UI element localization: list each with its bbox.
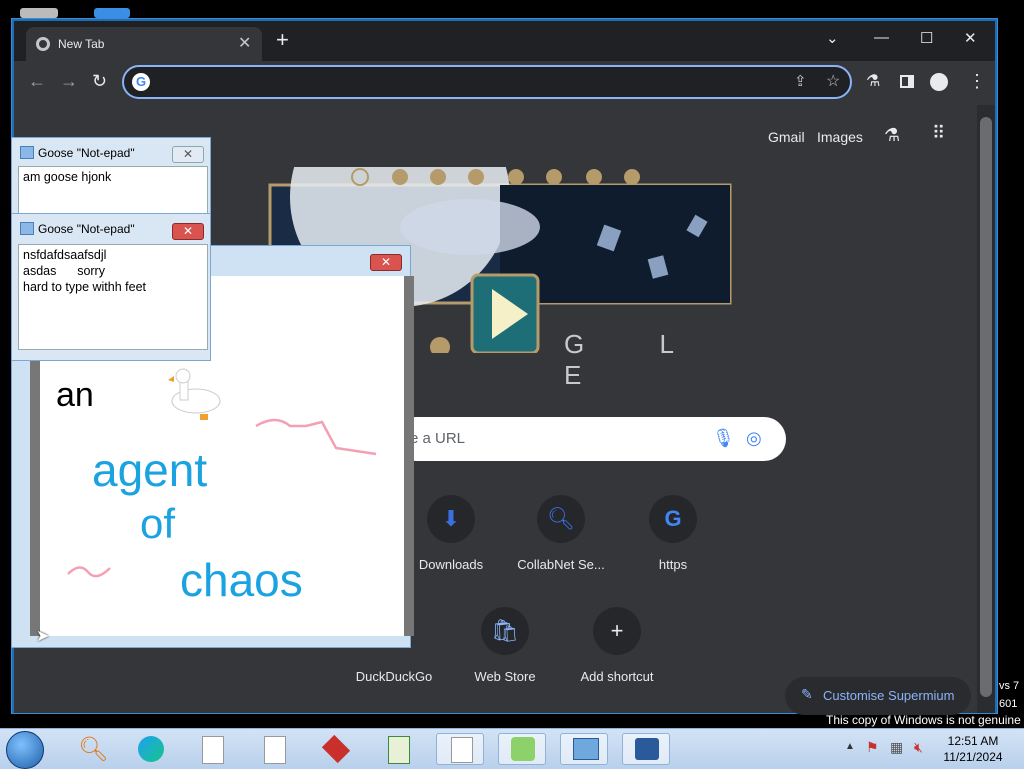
notepad-window-back[interactable]: Goose "Not-epad" ✕ am goose hjonk (11, 137, 211, 217)
goose-sprite (168, 368, 221, 420)
reload-icon[interactable]: ↻ (92, 71, 107, 92)
shortcut-label: https (658, 557, 688, 572)
doodle-letters: G L E (564, 329, 707, 390)
desktop-icon-top-2[interactable] (94, 8, 130, 18)
desktop-icon-top[interactable] (20, 8, 58, 18)
share-icon[interactable]: ⇪ (794, 72, 807, 90)
shortcut-add[interactable]: + Add shortcut (557, 607, 677, 684)
file-icon[interactable] (188, 733, 236, 765)
customise-label: Customise Supermium (823, 688, 955, 703)
chrome-icon (36, 37, 50, 51)
shortcut-label: Add shortcut (580, 669, 654, 684)
notepad-window-front[interactable]: Goose "Not-epad" ✕ nsfdafdsaafsdjl asdas… (11, 213, 211, 361)
notepad-icon (20, 222, 34, 235)
notepad-title: Goose "Not-epad" (38, 146, 135, 160)
clock-time: 12:51 AM (947, 734, 999, 748)
search-icon: 🔍︎ (537, 495, 585, 543)
close-icon[interactable]: ✕ (172, 223, 204, 240)
paint-taskbar-icon[interactable] (622, 733, 670, 765)
app-icon-red[interactable] (312, 733, 360, 765)
search-placeholder: e a URL (410, 430, 466, 447)
desktop-side-text-2: 601 (999, 698, 1018, 710)
web-store-icon: 🛍︎ (481, 607, 529, 655)
drawn-word-of: of (140, 500, 175, 547)
google-icon: G (649, 495, 697, 543)
desktop-side-text-1: vs 7 (999, 680, 1020, 692)
shortcut-label: CollabNet Se... (517, 557, 605, 572)
notepad-title: Goose "Not-epad" (38, 222, 135, 236)
side-panel-icon[interactable] (900, 75, 914, 88)
notepad-text-area[interactable]: am goose hjonk (18, 166, 208, 214)
labs-page-icon[interactable]: ⚗ (884, 125, 900, 146)
download-icon: ⬇ (427, 495, 475, 543)
new-tab-button[interactable]: + (276, 27, 289, 53)
mouse-cursor-icon: ➤ (36, 628, 50, 645)
forward-icon[interactable]: → (60, 71, 78, 92)
taskbar: 🔍︎ ▲ ⚑ ▦ 🔇︎ 12:51 AM 11/21/2024 (0, 728, 1024, 769)
clock-date: 11/21/2024 (943, 750, 1003, 764)
close-window-button[interactable]: ✕ (964, 29, 977, 47)
images-link[interactable]: Images (817, 129, 863, 145)
apps-grid-icon[interactable]: ⠿ (932, 123, 946, 144)
start-button[interactable] (6, 731, 44, 769)
tab-title: New Tab (58, 37, 105, 51)
search-box[interactable]: e a URL 🎙 ◎ (394, 417, 786, 461)
shortcut-https[interactable]: G https (613, 495, 733, 572)
notepad-icon (20, 146, 34, 159)
close-icon[interactable]: ✕ (370, 254, 402, 271)
clock[interactable]: 12:51 AM 11/21/2024 (930, 733, 1016, 765)
tab-search-icon[interactable]: ⌄ (826, 29, 839, 47)
control-panel-icon[interactable] (560, 733, 608, 765)
shortcut-label: Web Store (474, 669, 536, 684)
mic-icon[interactable]: 🎙 (712, 428, 735, 449)
customise-button[interactable]: ✎ Customise Supermium (785, 677, 971, 715)
labs-icon[interactable]: ⚗ (866, 71, 880, 91)
pencil-icon: ✎ (801, 686, 813, 702)
drawn-word-an: an (56, 376, 94, 414)
edge-icon[interactable] (126, 733, 174, 765)
volume-icon[interactable]: 🔇︎ (914, 739, 923, 756)
shortcut-web-store[interactable]: 🛍︎ Web Store (445, 607, 565, 684)
omnibox[interactable]: G ⇪ ☆ (122, 65, 852, 99)
shortcut-collabnet[interactable]: 🔍︎ CollabNet Se... (501, 495, 621, 572)
back-icon[interactable]: ← (28, 71, 46, 92)
gmail-link[interactable]: Gmail (768, 129, 805, 145)
tray-expand-icon[interactable]: ▲ (845, 741, 855, 752)
scrollbar[interactable] (977, 105, 995, 713)
star-icon[interactable]: ☆ (826, 71, 840, 91)
shortcut-label: DuckDuckGo (355, 669, 433, 684)
profile-icon[interactable] (930, 73, 948, 91)
taskbar-search-icon[interactable]: 🔍︎ (66, 733, 114, 765)
maximize-button[interactable]: ☐ (920, 29, 933, 47)
menu-icon[interactable]: ⋮ (968, 71, 986, 92)
drawn-word-chaos: chaos (180, 554, 303, 606)
lens-icon[interactable]: ◎ (746, 428, 762, 449)
drawn-word-agent: agent (92, 444, 207, 496)
google-icon: G (132, 73, 150, 91)
tab-new-tab[interactable]: New Tab ✕ (26, 27, 262, 63)
notepad-text-area[interactable]: nsfdafdsaafsdjl asdas sorry hard to type… (18, 244, 208, 350)
plus-icon: + (593, 607, 641, 655)
minimize-button[interactable]: — (874, 29, 889, 46)
browser-toolbar: ← → ↻ G ⇪ ☆ ⚗ ⋮ (14, 61, 995, 105)
file-icon-2[interactable] (250, 733, 298, 765)
browser-titlebar: New Tab ✕ + ⌄ — ☐ ✕ (14, 21, 995, 63)
notepad-taskbar-icon[interactable] (436, 733, 484, 765)
action-center-icon[interactable]: ⚑ (866, 739, 879, 756)
chart-app-icon[interactable] (374, 733, 422, 765)
genuine-notice: This copy of Windows is not genuine (826, 713, 1021, 727)
network-icon[interactable]: ▦ (890, 739, 903, 756)
close-tab-icon[interactable]: ✕ (238, 34, 251, 54)
goose-taskbar-icon[interactable] (498, 733, 546, 765)
close-icon[interactable]: ✕ (172, 146, 204, 163)
scrollbar-thumb[interactable] (980, 117, 992, 697)
